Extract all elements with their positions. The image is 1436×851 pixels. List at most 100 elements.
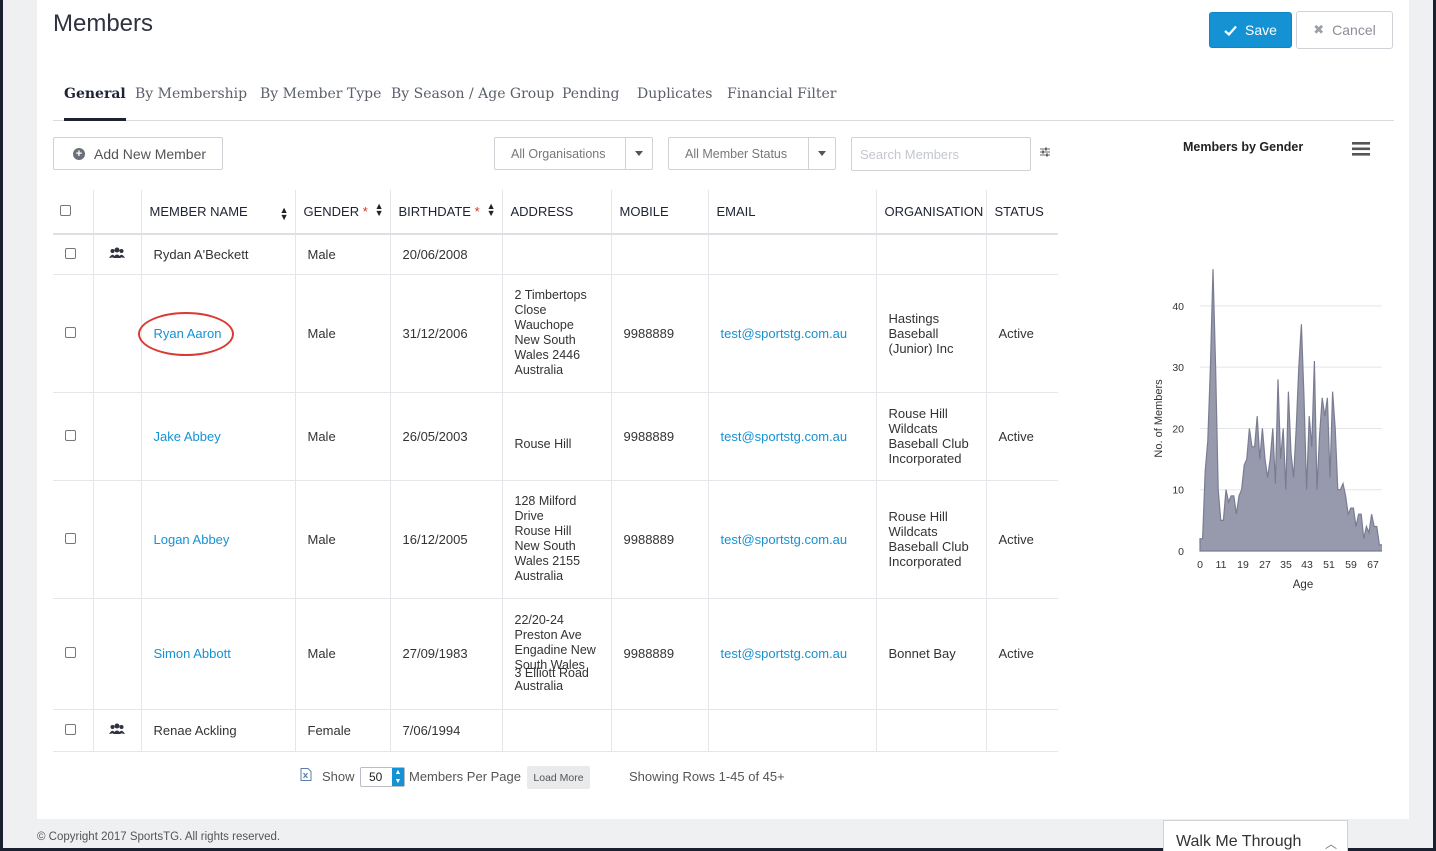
save-button[interactable]: Save — [1209, 12, 1292, 48]
tab-duplicates[interactable]: Duplicates — [637, 86, 712, 102]
status-cell-value: Active — [998, 646, 1034, 661]
table-row[interactable]: Jake Abbey Male 26/05/2003 Rouse Hill 998888… — [53, 392, 1058, 481]
cancel-button[interactable]: ✖ Cancel — [1296, 11, 1393, 49]
excel-export-icon[interactable] — [300, 768, 312, 781]
organisation-filter-select[interactable]: All Organisations — [494, 137, 653, 170]
address-line: Drive — [514, 509, 544, 523]
gender-header[interactable]: GENDER * ▲ ▼ — [295, 190, 391, 235]
mobile-header: MOBILE — [611, 190, 709, 235]
email-cell: test@sportstg.com.au — [708, 274, 877, 393]
load-more-button[interactable]: Load More — [527, 766, 590, 789]
member-name-cell[interactable]: Jake Abbey — [141, 392, 296, 481]
address-line: Preston Ave — [514, 628, 582, 642]
select-all-checkbox[interactable] — [60, 205, 71, 216]
row-checkbox[interactable] — [65, 723, 76, 735]
table-row[interactable]: Rydan A'Beckett Male 20/06/2008 — [53, 234, 1058, 275]
row-checkbox[interactable] — [65, 429, 76, 441]
gender-header-label: GENDER — [303, 204, 360, 219]
member-status-filter-select[interactable]: All Member Status — [668, 137, 836, 170]
member-name-text: Rydan A'Beckett — [153, 246, 249, 262]
per-page-value: 50 — [369, 770, 383, 784]
filter-sliders-icon[interactable] — [1039, 146, 1051, 158]
sort-icon[interactable]: ▲ ▼ — [375, 202, 384, 218]
member-name-cell: Rydan A'Beckett — [141, 234, 296, 275]
chevron-down-icon — [808, 138, 835, 169]
users-group-icon — [109, 247, 125, 258]
address-line: 3 Elliott Road — [514, 666, 589, 680]
row-select-cell — [53, 234, 94, 275]
birthdate-cell-value: 31/12/2006 — [402, 325, 468, 341]
row-icon-cell — [93, 234, 142, 275]
row-checkbox[interactable] — [65, 326, 76, 338]
member-name-header[interactable]: MEMBER NAME ▲ ▼ — [141, 190, 296, 235]
row-select-cell — [53, 709, 94, 752]
table-row[interactable]: Simon Abbott Male 27/09/1983 22/20-24 Presto… — [53, 598, 1058, 710]
row-checkbox[interactable] — [65, 647, 76, 658]
tab-general[interactable]: General — [64, 86, 126, 121]
walk-me-through-widget[interactable]: Walk Me Through ︿ — [1163, 820, 1348, 851]
address-line: 2 Timbertops — [514, 288, 587, 302]
organisation-filter-value: All Organisations — [511, 146, 606, 161]
app-frame: Members Save ✖ Cancel General By Members… — [3, 0, 1433, 848]
email-cell — [708, 234, 877, 275]
chart-title: Members by Gender — [1183, 140, 1304, 154]
status-cell-value: Active — [998, 428, 1034, 444]
search-members-input[interactable] — [851, 137, 1031, 171]
tab-bar: General By Membership By Member Type By … — [53, 78, 1394, 121]
mobile-cell-value: 9988889 — [623, 646, 675, 661]
member-name-link[interactable]: Simon Abbott — [154, 646, 231, 661]
chart-menu-icon[interactable] — [1352, 142, 1370, 156]
email-cell-value[interactable]: test@sportstg.com.au — [721, 429, 848, 444]
sort-icon[interactable]: ▲ ▼ — [487, 202, 496, 218]
required-marker: * — [362, 204, 368, 219]
table-row[interactable]: Logan Abbey Male 16/12/2005 128 Milford Driv… — [53, 480, 1058, 599]
tab-by-season-age-group[interactable]: By Season / Age Group — [391, 86, 554, 102]
row-checkbox[interactable] — [65, 247, 76, 259]
email-cell-value[interactable]: test@sportstg.com.au — [721, 532, 848, 547]
walk-me-through-label: Walk Me Through — [1176, 833, 1302, 850]
tab-by-member-type[interactable]: By Member Type — [260, 86, 381, 102]
select-all-header — [53, 190, 94, 235]
chevron-up-icon: ︿ — [1324, 837, 1337, 851]
address-line: Australia — [514, 363, 564, 377]
gender-cell: Male — [295, 234, 391, 275]
chevron-down-icon — [625, 138, 652, 169]
member-name-cell[interactable]: Logan Abbey — [141, 480, 296, 599]
email-cell: test@sportstg.com.au — [708, 392, 877, 481]
tab-by-membership[interactable]: By Membership — [135, 86, 247, 102]
add-new-member-button[interactable]: + Add New Member — [53, 137, 223, 170]
birthdate-header[interactable]: BIRTHDATE * ▲ ▼ — [390, 190, 503, 235]
email-cell-value[interactable]: test@sportstg.com.au — [721, 646, 848, 661]
member-name-cell[interactable]: Simon Abbott — [141, 598, 296, 710]
add-label: Add New Member — [94, 145, 207, 162]
birthdate-cell-value: 7/06/1994 — [402, 722, 461, 738]
address-cell — [502, 234, 612, 275]
row-icon-cell — [93, 274, 142, 393]
y-axis-label: No. of Members — [1153, 379, 1165, 458]
per-page-stepper[interactable]: 50 ▲ ▼ — [360, 767, 405, 787]
address-line: New South — [514, 539, 576, 553]
address-line: 128 Milford — [514, 494, 577, 508]
row-checkbox[interactable] — [65, 532, 76, 544]
tab-pending[interactable]: Pending — [562, 86, 620, 102]
address-line: Rouse Hill — [514, 436, 572, 451]
gender-cell-value: Male — [307, 646, 336, 661]
x-axis-label: Age — [1293, 579, 1313, 591]
table-row[interactable]: Renae Ackling Female 7/06/1994 — [53, 709, 1058, 752]
birthdate-cell: 7/06/1994 — [390, 709, 503, 752]
status-cell-value: Active — [998, 531, 1034, 547]
tab-financial-filter[interactable]: Financial Filter — [727, 86, 836, 102]
address-line: Australia — [514, 679, 564, 693]
birthdate-cell-value: 16/12/2005 — [402, 531, 468, 547]
sort-icon[interactable]: ▲ ▼ — [280, 206, 289, 222]
member-name-link[interactable]: Jake Abbey — [154, 429, 221, 444]
member-name-link[interactable]: Logan Abbey — [154, 532, 230, 547]
row-icon-cell — [93, 480, 142, 599]
address-line: Wauchope — [514, 318, 574, 332]
spinner-arrows-icon[interactable]: ▲ ▼ — [392, 768, 404, 786]
organisation-cell — [876, 709, 987, 752]
area-series — [1199, 269, 1382, 552]
close-icon: ✖ — [1313, 22, 1325, 37]
email-cell-value[interactable]: test@sportstg.com.au — [721, 326, 848, 341]
status-cell: Active — [986, 480, 1058, 599]
